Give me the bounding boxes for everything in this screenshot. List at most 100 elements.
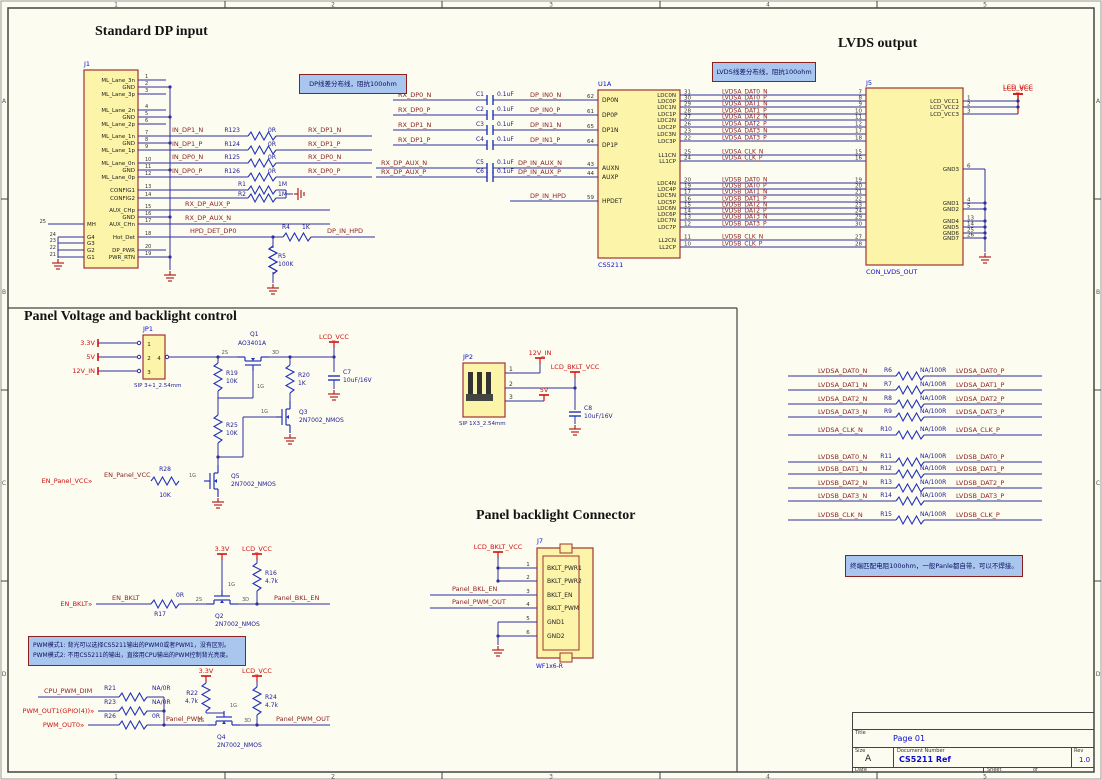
net-label: LVDSB_CLK_N (722, 234, 763, 241)
net-label: Panel_BKL_EN (274, 594, 319, 602)
component-ref: R20 (298, 372, 310, 379)
port-label: EN_BKLT (60, 600, 88, 608)
component-value: NA/0R (152, 699, 171, 706)
net-label: LVDSB_CLK_P (722, 241, 763, 248)
transistor-pin-tag: 1G (257, 384, 264, 390)
zone-row-label: C (1096, 480, 1100, 487)
titleblock-divider (853, 747, 1094, 748)
port-chevron-icon: » (88, 478, 92, 486)
net-label: LVDSA_DAT1_P (956, 381, 1004, 389)
component-ref: R125 (224, 154, 240, 161)
net-label: RX_DP_AUX_N (185, 214, 231, 222)
ground-icon (267, 284, 279, 294)
resistor-icon (253, 563, 261, 591)
net-label: Panel_PWM (166, 715, 203, 723)
section-title-lvds-output: LVDS output (838, 36, 917, 52)
zone-row-label: A (1096, 98, 1101, 105)
pin-number: 10 (684, 242, 691, 248)
component-ref: R25 (226, 422, 238, 429)
junction-dot (162, 709, 165, 712)
mosfet-icon (237, 357, 269, 371)
resistor-icon (119, 707, 147, 715)
component-ref: R16 (265, 570, 277, 577)
component-value: 10K (226, 430, 239, 437)
pin-number: 12 (145, 171, 151, 177)
zone-col-label: 2 (331, 774, 335, 780)
resistor-icon (151, 600, 179, 608)
net-label: LVDSB_DAT3_N (722, 214, 767, 221)
pin-number: 10 (145, 157, 151, 163)
net-label: EN_BKLT (112, 594, 140, 602)
pin-number: 61 (587, 109, 594, 115)
net-label: IN_DP0_P (172, 167, 202, 175)
rev-value: 1.0 (1079, 756, 1090, 764)
connector-ref: JP2 (462, 353, 473, 361)
component-value: 1K (298, 380, 307, 387)
titleblock-divider (853, 729, 1094, 730)
pin-number: 28 (855, 242, 862, 248)
component-ref: R2 (238, 191, 246, 198)
pin-name: GND1 (547, 619, 565, 626)
note-dp-text: DP线差分布线，阻抗100ohm (309, 79, 397, 89)
titleblock-divider (893, 747, 894, 767)
connector-ref: J5 (865, 79, 872, 87)
transistor-part-number: 2N7002_NMOS (215, 621, 260, 628)
transistor-ref: Q2 (215, 613, 224, 620)
net-label: LVDSB_DAT2_P (956, 479, 1004, 487)
pin-number: 65 (587, 124, 594, 130)
j7-key (560, 544, 572, 553)
pin-name: GND2 (943, 207, 959, 213)
resistor-icon (151, 477, 179, 485)
component-ref: R5 (278, 253, 286, 260)
net-label: DP_IN_AUX_P (518, 168, 561, 176)
transistor-part-number: 2N7002_NMOS (217, 742, 262, 749)
pin-number: 7 (145, 130, 148, 136)
net-label: LVDSA_DAT3_N (818, 408, 867, 416)
component-ref: R23 (104, 699, 116, 706)
net-label: RX_DP_AUX_P (381, 168, 426, 176)
connector-part-number: WF1x6-R (536, 663, 563, 670)
pin-number: 23 (684, 129, 691, 135)
junction-dot (983, 207, 986, 210)
pin-number: 3 (145, 88, 148, 94)
mosfet-icon (204, 465, 218, 497)
net-label: RX_DP1_N (398, 121, 432, 129)
transistor-pin-tag: 1G (261, 409, 268, 415)
component-ref: R22 (186, 690, 198, 697)
pin-number: 5 (145, 111, 148, 117)
pin-number: 1 (509, 366, 513, 373)
pin-number: 6 (145, 118, 148, 124)
component-ref: R11 (880, 453, 892, 460)
pin-name: ML_Lane_0n (101, 161, 135, 167)
pin-name: ML_Lane_2n (101, 108, 135, 114)
net-label: LVDSA_DAT0_N (818, 367, 867, 375)
docnum-value: CS5211 Ref (899, 755, 951, 764)
junction-dot (1016, 105, 1019, 108)
ground-icon (212, 498, 224, 508)
component-value: 1M (278, 191, 287, 198)
net-label: LVDSA_DAT3_P (956, 408, 1004, 416)
pin-name: DP1P (602, 142, 618, 149)
transistor-part-number: 2N7002_NMOS (231, 481, 276, 488)
pin-number: 44 (587, 171, 594, 177)
pin-number: 15 (145, 204, 151, 210)
power-net-label: 12V_IN (72, 367, 95, 375)
pin-number: 25 (40, 219, 46, 225)
transistor-ref: Q1 (250, 331, 259, 338)
component-value: NA/100R (920, 408, 946, 415)
pin-number: 59 (587, 195, 594, 201)
pin-name: GND7 (943, 236, 960, 242)
component-ref: R9 (884, 408, 892, 415)
pin-number: 5 (967, 204, 971, 210)
net-label: RX_DP1_P (308, 140, 341, 148)
net-label: LVDSB_DAT3_N (818, 492, 867, 500)
pin-number: 29 (855, 215, 862, 221)
sheet-title: Page 01 (893, 734, 925, 743)
junction-dot (983, 219, 986, 222)
junction-dot (168, 215, 171, 218)
pin-number: 2 (509, 381, 513, 388)
pin-name: CONFIG2 (110, 196, 135, 202)
port-label: PWM_OUT1(GPIO(4)) (23, 707, 90, 715)
transistor-pin-tag: 2S (222, 350, 228, 356)
pin-number: 1 (147, 342, 151, 348)
